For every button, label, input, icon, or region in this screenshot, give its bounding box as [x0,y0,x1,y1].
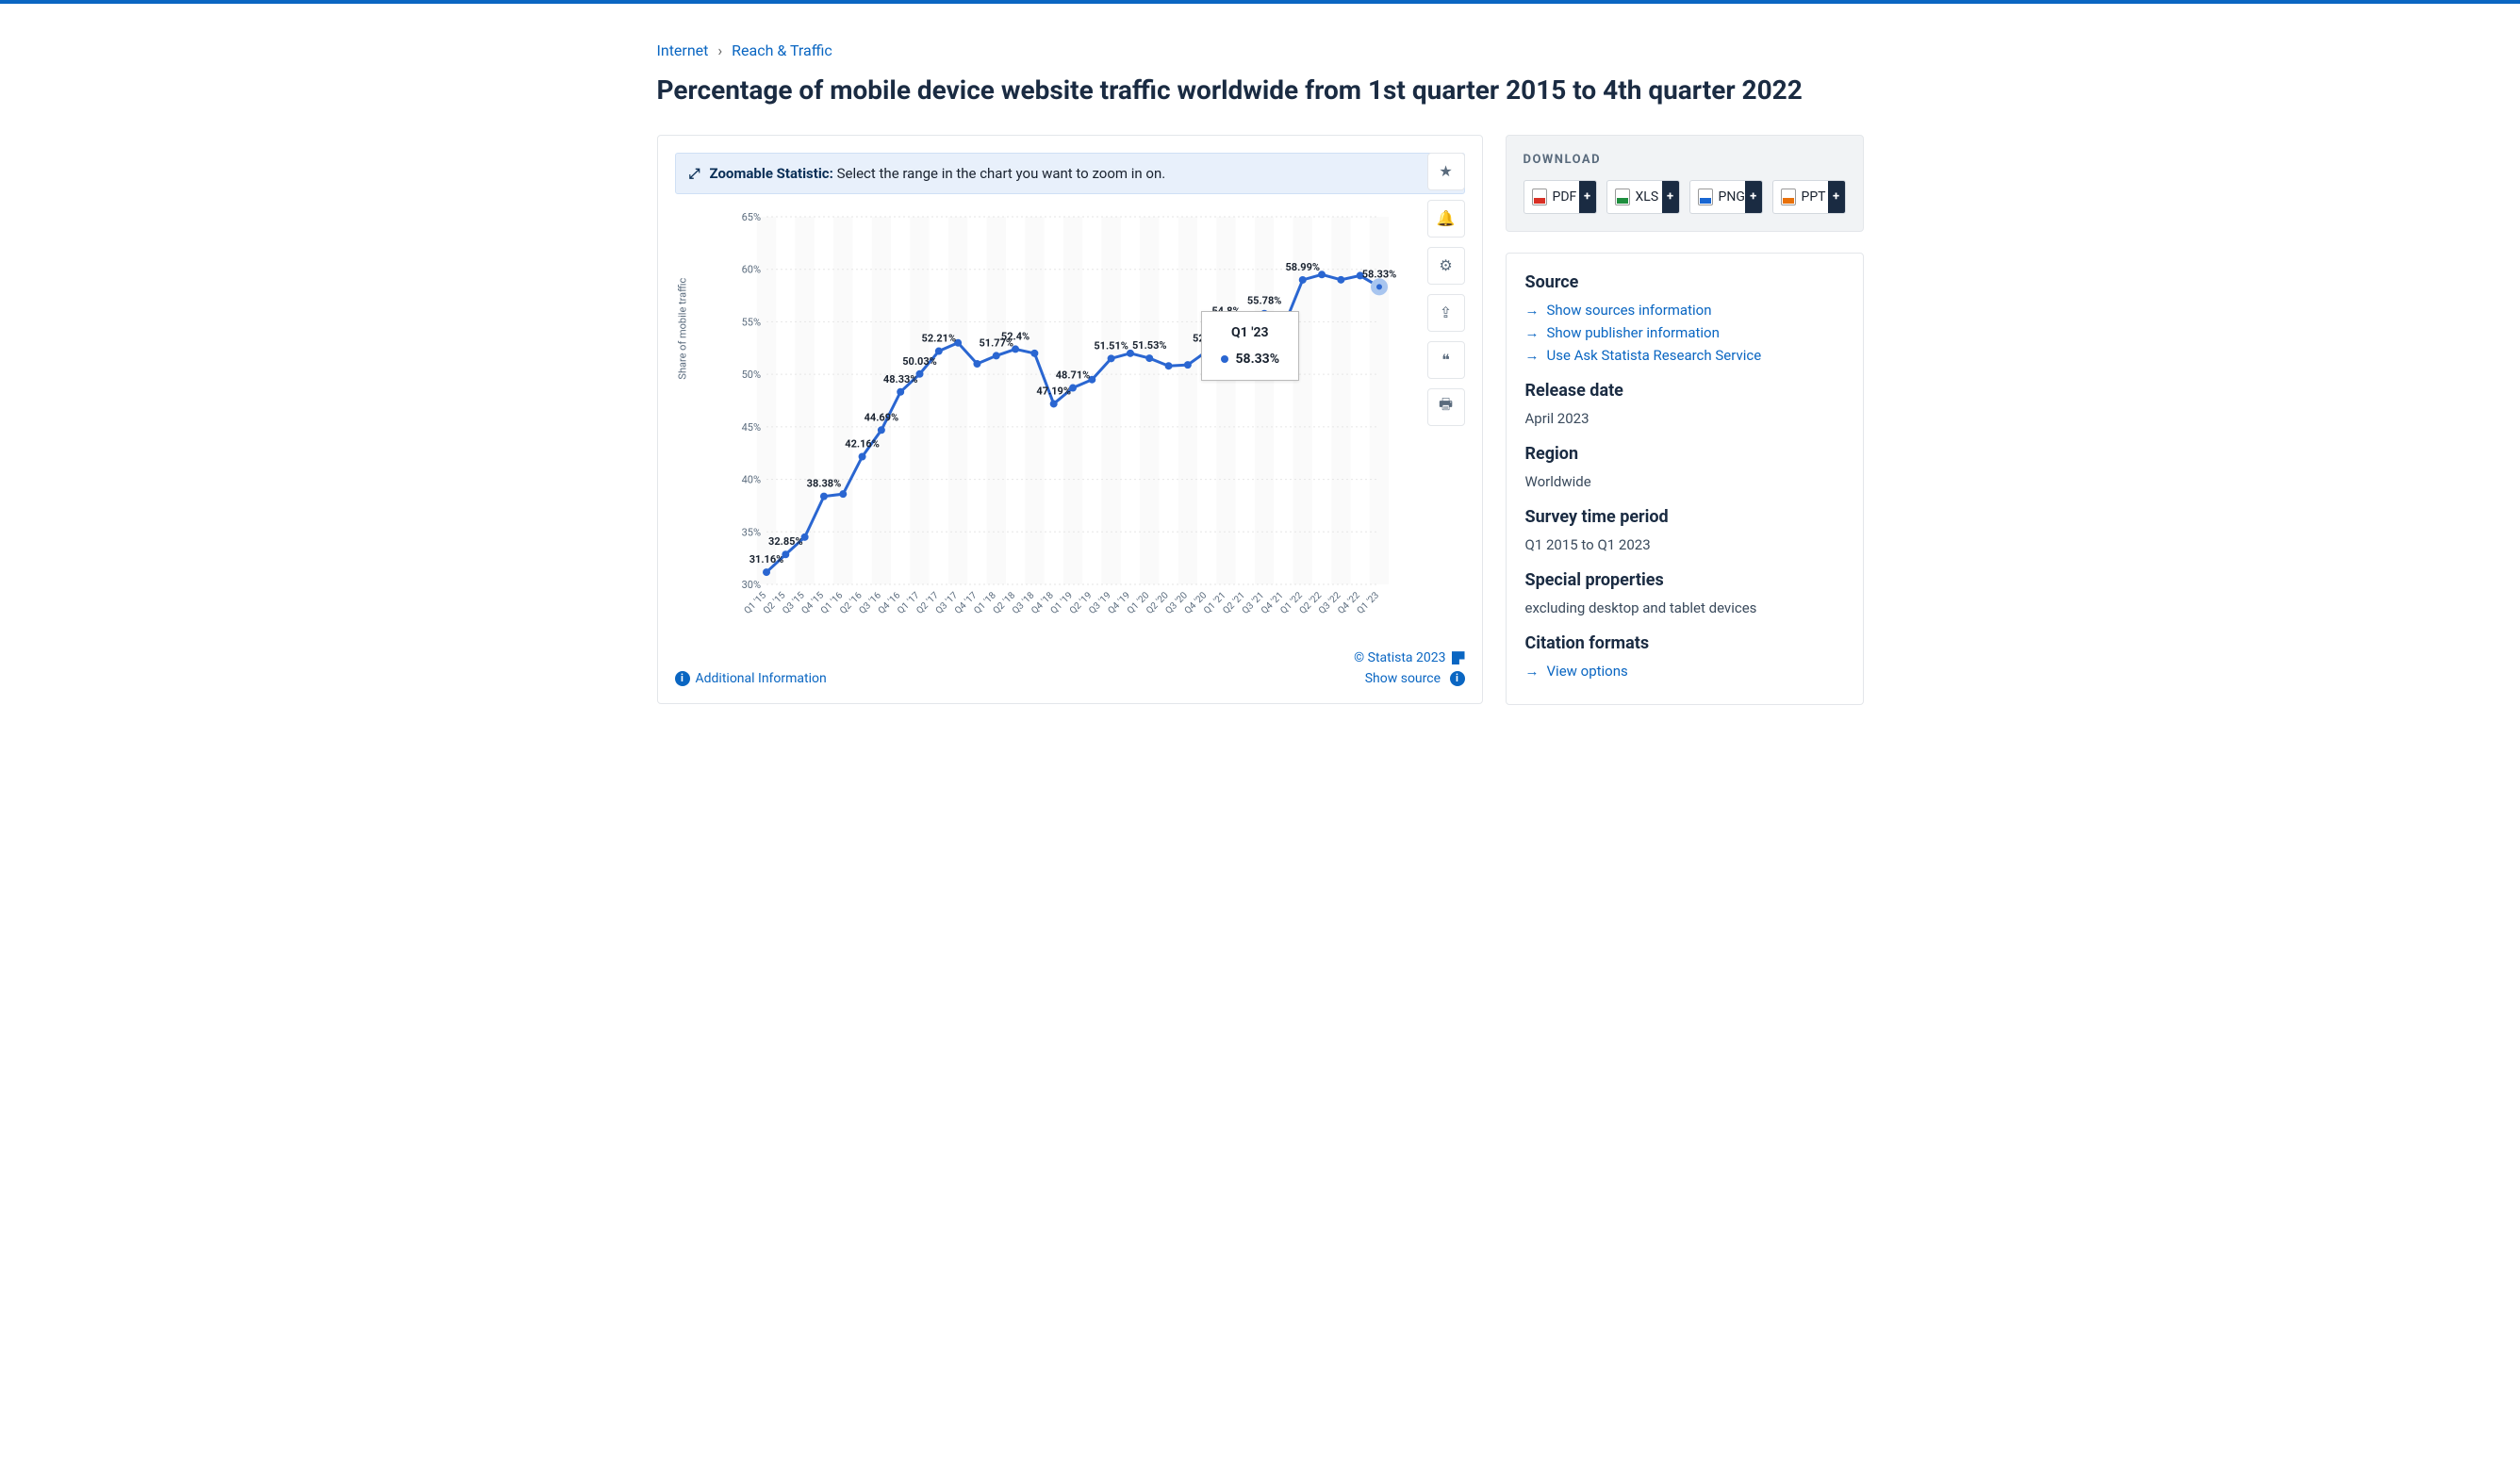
svg-text:35%: 35% [741,526,760,538]
research-link[interactable]: →Use Ask Statista Research Service [1525,347,1844,364]
svg-text:47.19%: 47.19% [1036,385,1071,397]
y-axis-label: Share of mobile traffic [676,278,688,380]
svg-text:52.21%: 52.21% [921,332,956,344]
additional-info-link[interactable]: iAdditional Information [675,671,827,686]
meta-value: Q1 2015 to Q1 2023 [1525,536,1844,553]
breadcrumb-link[interactable]: Reach & Traffic [732,41,832,59]
info-panel: Source →Show sources information →Show p… [1506,253,1864,705]
favorite-button[interactable]: ★ [1427,153,1465,190]
chart-card: ⤢ Zoomable Statistic: Select the range i… [657,135,1483,704]
svg-text:48.33%: 48.33% [882,373,917,385]
svg-text:42.16%: 42.16% [845,437,880,450]
meta-heading: Release date [1525,381,1844,401]
breadcrumb-link[interactable]: Internet [657,41,709,59]
svg-text:58.33%: 58.33% [1361,268,1396,280]
svg-text:40%: 40% [741,473,760,485]
meta-heading: Special properties [1525,570,1844,590]
citation-link[interactable]: →View options [1525,663,1844,680]
chart-tooltip: Q1 '23 58.33% [1201,311,1300,381]
meta-heading: Region [1525,444,1844,464]
svg-text:51.53%: 51.53% [1131,339,1166,352]
png-icon [1698,189,1713,205]
source-heading: Source [1525,272,1844,292]
breadcrumb: Internet › Reach & Traffic [657,41,1864,59]
svg-text:31.16%: 31.16% [749,553,783,566]
svg-text:50.03%: 50.03% [902,355,937,368]
pdf-icon [1532,189,1547,205]
download-xls-button[interactable]: XLS+ [1606,180,1680,214]
svg-text:38.38%: 38.38% [806,477,841,489]
svg-text:30%: 30% [741,579,760,591]
source-link[interactable]: →Show sources information [1525,302,1844,319]
page-title: Percentage of mobile device website traf… [657,73,1864,108]
svg-text:44.69%: 44.69% [864,411,898,423]
citation-heading: Citation formats [1525,633,1844,653]
show-source-link[interactable]: Show source i [1365,671,1465,686]
svg-text:55%: 55% [741,316,760,328]
download-ppt-button[interactable]: PPT+ [1772,180,1846,214]
flag-icon [1452,651,1465,664]
download-panel: DOWNLOAD PDF+ XLS+ PNG+ PPT+ [1506,135,1864,232]
expand-icon: ⤢ [689,165,700,182]
svg-text:32.85%: 32.85% [768,535,803,548]
svg-text:58.99%: 58.99% [1285,261,1320,273]
meta-value: Worldwide [1525,473,1844,490]
zoom-hint: ⤢ Zoomable Statistic: Select the range i… [675,153,1465,194]
download-pdf-button[interactable]: PDF+ [1524,180,1597,214]
svg-text:45%: 45% [741,421,760,434]
download-png-button[interactable]: PNG+ [1689,180,1763,214]
svg-text:55.78%: 55.78% [1246,295,1281,307]
svg-text:Q1 '23: Q1 '23 [1355,590,1381,616]
svg-text:65%: 65% [741,211,760,223]
chart-area[interactable]: Share of mobile traffic 30%35%40%45%50%5… [692,207,1463,641]
svg-text:50%: 50% [741,369,760,381]
svg-text:52.4%: 52.4% [1000,330,1029,342]
meta-value: excluding desktop and tablet devices [1525,599,1844,616]
xls-icon [1615,189,1630,205]
svg-text:51.51%: 51.51% [1094,339,1128,352]
svg-text:48.71%: 48.71% [1055,369,1090,381]
copyright-link[interactable]: © Statista 2023 [1354,650,1445,665]
publisher-link[interactable]: →Show publisher information [1525,324,1844,341]
ppt-icon [1781,189,1796,205]
meta-heading: Survey time period [1525,507,1844,527]
download-heading: DOWNLOAD [1524,153,1846,167]
meta-value: April 2023 [1525,410,1844,427]
svg-text:60%: 60% [741,264,760,276]
